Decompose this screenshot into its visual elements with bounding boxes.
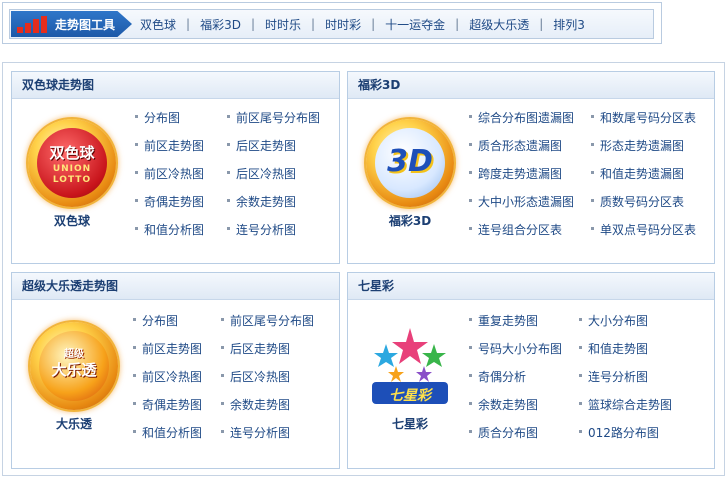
chart-link[interactable]: 形态走势遗漏图 bbox=[590, 137, 684, 154]
bar-chart-icon bbox=[17, 16, 47, 33]
chart-tool-tab[interactable]: 走势图工具 bbox=[11, 11, 132, 37]
chart-link[interactable]: 后区冷热图 bbox=[226, 165, 296, 182]
ssq-logo-lotto: LOTTO bbox=[52, 175, 92, 185]
nav-separator: | bbox=[311, 17, 316, 31]
ssq-logo-text: 双色球 bbox=[49, 144, 95, 162]
chart-link[interactable]: 连号组合分区表 bbox=[468, 221, 562, 238]
logo-caption[interactable]: 七星彩 bbox=[366, 415, 454, 432]
panel-title: 七星彩 bbox=[348, 273, 714, 300]
chart-link[interactable]: 前区冷热图 bbox=[132, 368, 202, 385]
chart-panels-container: 双色球走势图 双色球 UNION LOTTO 双色球 分布图 前区尾号分布图 前… bbox=[2, 62, 725, 476]
chart-link[interactable]: 连号分析图 bbox=[226, 221, 296, 238]
nav-ssq[interactable]: 双色球 bbox=[140, 16, 176, 33]
nav-11x5[interactable]: 十一运夺金 bbox=[385, 16, 445, 33]
nav-ssc[interactable]: 时时彩 bbox=[325, 16, 361, 33]
fc3d-logo-icon: 3D bbox=[366, 119, 454, 207]
chart-link[interactable]: 后区走势图 bbox=[220, 340, 290, 357]
chart-link[interactable]: 重复走势图 bbox=[468, 312, 538, 329]
nav-ssl[interactable]: 时时乐 bbox=[265, 16, 301, 33]
chart-link[interactable]: 和值走势图 bbox=[578, 340, 648, 357]
chart-link[interactable]: 连号分析图 bbox=[578, 368, 648, 385]
chart-link[interactable]: 和值分析图 bbox=[134, 221, 204, 238]
chart-link[interactable]: 分布图 bbox=[132, 312, 178, 329]
panel-ssq: 双色球走势图 双色球 UNION LOTTO 双色球 分布图 前区尾号分布图 前… bbox=[11, 71, 340, 264]
dlt-logo-text: 大乐透 bbox=[51, 361, 97, 379]
chart-link[interactable]: 后区冷热图 bbox=[220, 368, 290, 385]
logo-caption[interactable]: 双色球 bbox=[28, 212, 116, 229]
panel-fc3d: 福彩3D 3D 福彩3D 综合分布图遗漏图 和数尾号码分区表 质合形态遗漏图 形… bbox=[347, 71, 715, 264]
chart-link[interactable]: 大中小形态遗漏图 bbox=[468, 193, 574, 210]
nav-separator: | bbox=[455, 17, 460, 31]
fc3d-logo-block[interactable]: 3D 福彩3D bbox=[366, 119, 454, 229]
chart-link[interactable]: 余数走势图 bbox=[226, 193, 296, 210]
qxc-logo-text: 七星彩 bbox=[389, 388, 431, 404]
chart-link[interactable]: 012路分布图 bbox=[579, 424, 659, 441]
panel-title: 福彩3D bbox=[348, 72, 714, 99]
panel-qxc: 七星彩 七星彩 七星彩 重复走势图 大小分布图 号码大小分布图 和值走势图 奇偶… bbox=[347, 272, 715, 469]
top-toolbar: 走势图工具 双色球 | 福彩3D | 时时乐 | 时时彩 | 十一运夺金 | 超… bbox=[2, 2, 662, 44]
chart-link[interactable]: 前区冷热图 bbox=[134, 165, 204, 182]
dlt-logo-top: 超级 bbox=[64, 349, 84, 360]
chart-link[interactable]: 奇偶分析 bbox=[468, 368, 526, 385]
nav-separator: | bbox=[250, 17, 255, 31]
chart-link[interactable]: 篮球综合走势图 bbox=[578, 396, 672, 413]
chart-link[interactable]: 分布图 bbox=[134, 109, 180, 126]
nav-dlt[interactable]: 超级大乐透 bbox=[469, 16, 529, 33]
chart-link[interactable]: 前区尾号分布图 bbox=[220, 312, 314, 329]
chart-link[interactable]: 奇偶走势图 bbox=[132, 396, 202, 413]
nav-pl3[interactable]: 排列3 bbox=[553, 16, 585, 33]
ssq-logo-icon: 双色球 UNION LOTTO bbox=[28, 119, 116, 207]
panel-dlt: 超级大乐透走势图 超级 大乐透 大乐透 分布图 前区尾号分布图 前区走势图 后区… bbox=[11, 272, 340, 469]
nav-fc3d[interactable]: 福彩3D bbox=[200, 16, 241, 33]
chart-link[interactable]: 质合形态遗漏图 bbox=[468, 137, 562, 154]
toolbar-inner: 走势图工具 双色球 | 福彩3D | 时时乐 | 时时彩 | 十一运夺金 | 超… bbox=[9, 9, 654, 39]
chart-link[interactable]: 前区尾号分布图 bbox=[226, 109, 320, 126]
chart-link[interactable]: 后区走势图 bbox=[226, 137, 296, 154]
panel-title: 超级大乐透走势图 bbox=[12, 273, 339, 300]
ssq-logo-union: UNION bbox=[52, 164, 92, 174]
qxc-logo-icon: 七星彩 bbox=[366, 322, 454, 410]
nav-separator: | bbox=[371, 17, 376, 31]
toolbar-title: 走势图工具 bbox=[55, 18, 116, 32]
dlt-logo-block[interactable]: 超级 大乐透 大乐透 bbox=[30, 322, 118, 432]
chart-link[interactable]: 连号分析图 bbox=[220, 424, 290, 441]
panel-title: 双色球走势图 bbox=[12, 72, 339, 99]
qxc-logo-block[interactable]: 七星彩 七星彩 bbox=[366, 322, 454, 432]
logo-caption[interactable]: 大乐透 bbox=[30, 415, 118, 432]
chart-link[interactable]: 大小分布图 bbox=[578, 312, 648, 329]
nav-separator: | bbox=[539, 17, 544, 31]
chart-link[interactable]: 和数尾号码分区表 bbox=[590, 109, 696, 126]
chart-link[interactable]: 质数号码分区表 bbox=[590, 193, 684, 210]
nav-separator: | bbox=[186, 17, 191, 31]
lottery-nav: 双色球 | 福彩3D | 时时乐 | 时时彩 | 十一运夺金 | 超级大乐透 |… bbox=[140, 10, 585, 38]
ssq-logo-block[interactable]: 双色球 UNION LOTTO 双色球 bbox=[28, 119, 116, 229]
dlt-logo-icon: 超级 大乐透 bbox=[30, 322, 118, 410]
chart-link[interactable]: 余数走势图 bbox=[468, 396, 538, 413]
chart-link[interactable]: 余数走势图 bbox=[220, 396, 290, 413]
chart-link[interactable]: 和值走势遗漏图 bbox=[590, 165, 684, 182]
chart-link[interactable]: 前区走势图 bbox=[134, 137, 204, 154]
chart-link[interactable]: 奇偶走势图 bbox=[134, 193, 204, 210]
chart-link[interactable]: 号码大小分布图 bbox=[468, 340, 562, 357]
chart-link[interactable]: 前区走势图 bbox=[132, 340, 202, 357]
fc3d-logo-text: 3D bbox=[387, 144, 433, 179]
chart-link[interactable]: 综合分布图遗漏图 bbox=[468, 109, 574, 126]
logo-caption[interactable]: 福彩3D bbox=[366, 212, 454, 229]
chart-link[interactable]: 和值分析图 bbox=[132, 424, 202, 441]
chart-link[interactable]: 单双点号码分区表 bbox=[590, 221, 696, 238]
chart-link[interactable]: 质合分布图 bbox=[468, 424, 538, 441]
chart-link[interactable]: 跨度走势遗漏图 bbox=[468, 165, 562, 182]
